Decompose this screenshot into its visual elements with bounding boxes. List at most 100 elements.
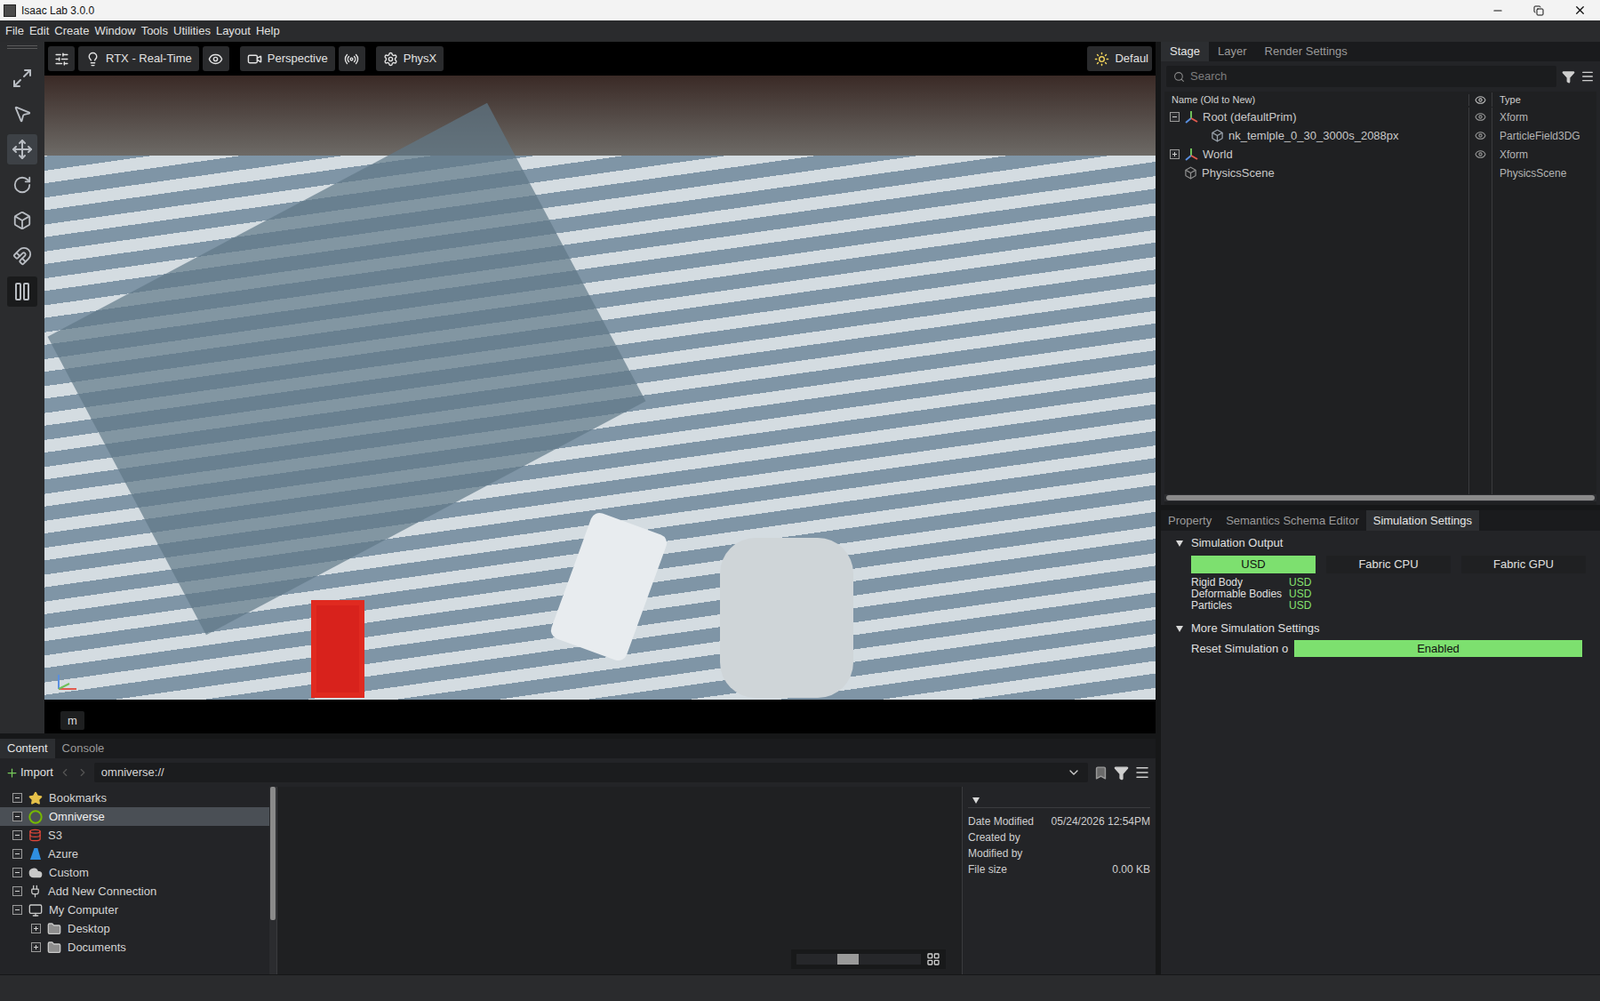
tree-expand-toggle[interactable] [12,904,23,915]
visibility-cell[interactable] [1468,144,1492,164]
output-mode-button[interactable]: Fabric GPU [1461,555,1586,574]
file-area[interactable] [277,786,962,975]
visibility-cell[interactable] [1468,126,1492,145]
tree-expand-toggle[interactable] [12,886,23,896]
stage-row[interactable]: Root (defaultPrim)Xform [1164,107,1597,127]
tree-row[interactable]: Desktop [0,919,270,938]
settings-button[interactable] [48,46,75,72]
content-tab[interactable]: Console [55,738,112,759]
menu-item[interactable]: Layout [216,22,251,40]
tree-expand-toggle[interactable] [12,848,23,859]
tree-expand-toggle[interactable] [12,811,23,822]
reset-toggle[interactable]: Enabled [1294,640,1583,658]
tree-expand-toggle[interactable] [12,867,23,878]
back-icon[interactable] [58,766,72,779]
stage-hscroll-thumb[interactable] [1166,495,1595,501]
visibility-button[interactable] [202,46,230,72]
tree-expand-toggle[interactable] [12,830,23,840]
stage-hscrollbar[interactable] [1164,494,1597,502]
visibility-eye-icon[interactable] [1474,148,1487,160]
tree-row[interactable]: Add New Connection [0,881,270,901]
stage-expand-toggle[interactable] [1169,112,1180,122]
tree-row[interactable]: Custom [0,863,270,882]
section-collapse-icon[interactable] [1175,538,1184,548]
details-collapse-icon[interactable] [971,795,981,805]
content-tab[interactable]: Content [0,738,56,759]
tool-button[interactable] [7,276,38,307]
tool-button[interactable] [7,63,38,94]
stage-tab[interactable]: Stage [1160,41,1209,62]
stage-row[interactable]: nk_temlple_0_30_3000s_2088pxParticleFiel… [1164,126,1597,145]
tool-button[interactable] [7,240,38,272]
stage-row[interactable]: PhysicsScenePhysicsScene [1164,163,1597,183]
tree-expand-toggle[interactable] [12,792,23,803]
stage-filter-icon[interactable] [1561,70,1576,84]
stage-tab[interactable]: Render Settings [1256,41,1357,62]
stage-search-field[interactable]: Search [1166,65,1557,88]
tool-button[interactable] [7,169,38,200]
more-collapse-icon[interactable] [1175,624,1184,633]
tree-expand-toggle[interactable] [31,923,41,934]
menu-item[interactable]: Help [256,22,280,40]
import-button[interactable]: Import [5,763,54,782]
physics-button[interactable]: PhysX [376,46,445,72]
visibility-cell[interactable] [1468,163,1492,183]
tool-button[interactable] [7,98,38,129]
close-button[interactable] [1559,3,1600,17]
property-tab[interactable]: Property [1160,510,1219,531]
menu-item[interactable]: Edit [29,22,49,40]
visibility-eye-icon[interactable] [1474,129,1487,142]
menu-item[interactable]: Create [54,22,89,40]
tree-row[interactable]: S3 [0,825,270,845]
property-tab[interactable]: Semantics Schema Editor [1218,510,1367,531]
more-settings-header[interactable]: More Simulation Settings [1166,618,1595,639]
tree-expand-toggle[interactable] [31,942,41,952]
simulation-output-header[interactable]: Simulation Output [1166,534,1595,552]
type-column-header[interactable]: Type [1491,92,1597,108]
camera-button[interactable]: Perspective [240,46,336,72]
menu-item[interactable]: Utilities [173,22,211,40]
tree-scroll-thumb[interactable] [270,786,276,920]
stream-button[interactable] [338,46,366,72]
name-column-header[interactable]: Name (Old to New) [1164,92,1469,108]
tool-button[interactable] [7,205,38,236]
forward-icon[interactable] [76,766,89,779]
property-tab[interactable]: Simulation Settings [1366,510,1480,531]
menu-icon[interactable] [1134,764,1151,781]
tool-button[interactable] [7,134,38,165]
visibility-cell[interactable] [1468,107,1492,127]
stage-tab[interactable]: Layer [1208,41,1256,62]
lighting-button[interactable]: Defaul [1087,46,1152,72]
zoom-slider[interactable] [796,953,921,965]
bookmark-icon[interactable] [1093,765,1109,781]
filter-icon[interactable] [1113,765,1129,781]
tree-row[interactable]: Omniverse [0,807,270,826]
menu-item[interactable]: File [5,22,24,40]
status-bar [0,974,1600,1001]
stage-menu-icon[interactable] [1580,69,1595,84]
output-mode-button[interactable]: Fabric CPU [1326,555,1451,574]
visibility-eye-icon[interactable] [1474,111,1487,123]
tree-scrollbar[interactable] [269,786,277,975]
toolbar-grip[interactable] [7,45,38,49]
menu-item[interactable]: Tools [141,22,168,40]
path-dropdown-icon[interactable] [1066,765,1081,780]
zoom-thumb[interactable] [837,953,859,965]
tree-row[interactable]: Documents [0,937,270,957]
path-field[interactable]: omniverse:// [94,762,1088,783]
stage-expand-toggle[interactable] [1169,149,1180,160]
tree-row[interactable]: Azure [0,844,270,864]
visibility-column-header[interactable] [1468,94,1492,106]
details-header[interactable] [968,792,1151,808]
renderer-button[interactable]: RTX - Real-Time [78,46,200,72]
stage-row[interactable]: WorldXform [1164,144,1597,164]
viewport-render[interactable] [44,75,1156,700]
minimize-button[interactable] [1477,4,1519,17]
menu-item[interactable]: Window [94,22,136,40]
unit-badge[interactable]: m [60,711,85,731]
grid-view-icon[interactable] [926,952,941,967]
tree-row[interactable]: Bookmarks [0,788,270,808]
tree-row[interactable]: My Computer [0,900,270,920]
restore-button[interactable] [1518,5,1560,16]
output-mode-button[interactable]: USD [1191,555,1316,574]
